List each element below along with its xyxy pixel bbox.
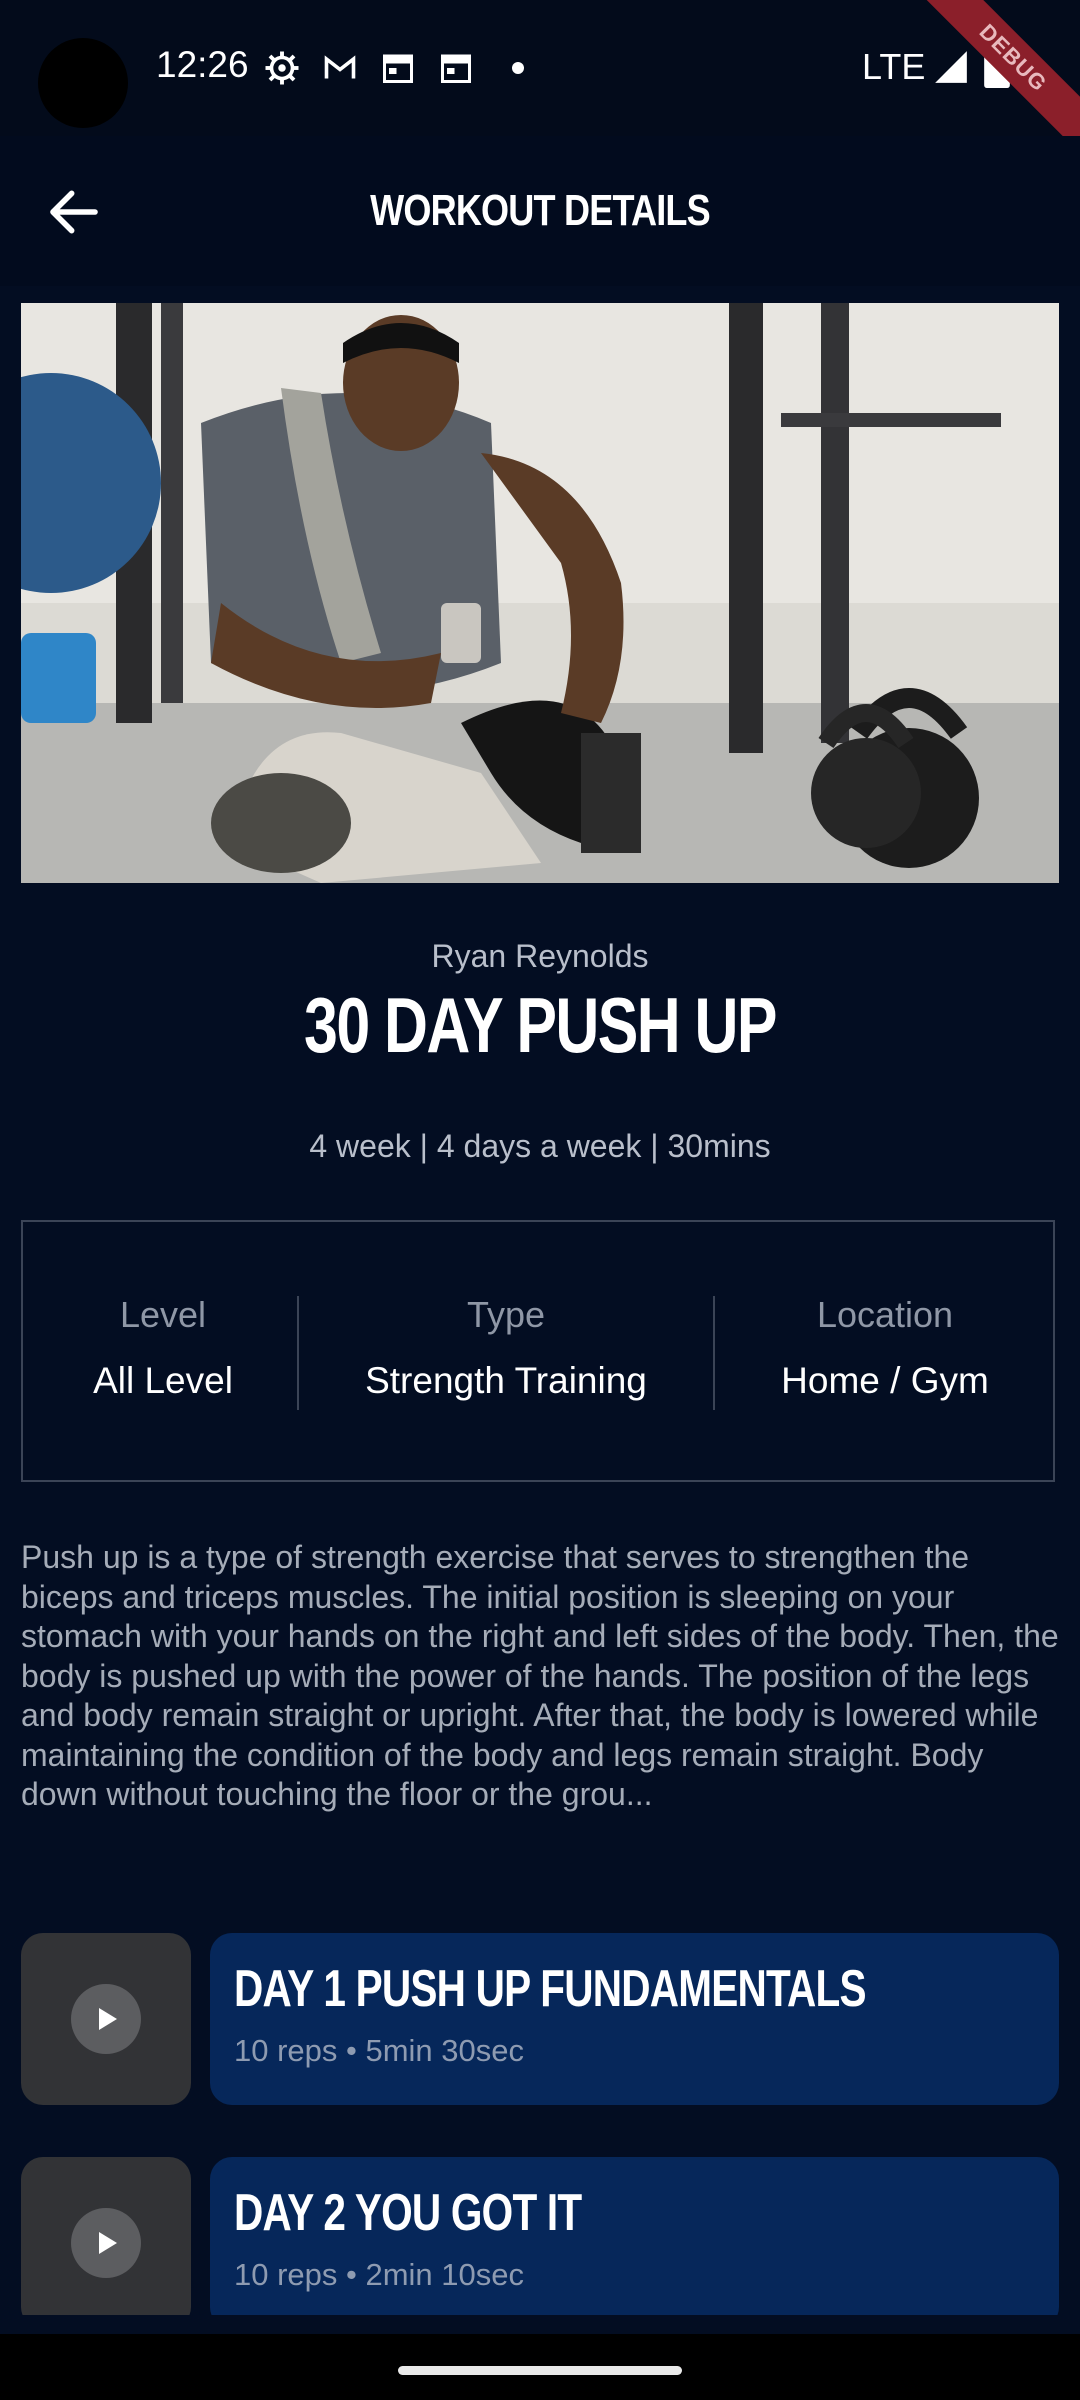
day-list-item: DAY 1 PUSH UP FUNDAMENTALS 10 reps • 5mi… (21, 1933, 1059, 2105)
network-type: LTE (862, 46, 926, 87)
home-gesture-handle[interactable] (398, 2366, 682, 2375)
workout-author: Ryan Reynolds (431, 938, 649, 974)
dot-icon (512, 62, 524, 74)
arrow-left-icon[interactable] (46, 184, 102, 240)
day-card[interactable]: DAY 1 PUSH UP FUNDAMENTALS 10 reps • 5mi… (210, 1933, 1059, 2105)
calendar-icon (441, 54, 471, 83)
day-list-item: DAY 2 YOU GOT IT 10 reps • 2min 10sec (21, 2157, 1059, 2315)
workout-info-box: Level All Level Type Strength Training L… (21, 1220, 1055, 1482)
workout-title: 30 DAY PUSH UP (304, 981, 777, 1069)
day-title: DAY 2 YOU GOT IT (234, 2184, 582, 2242)
info-value: Home / Gym (781, 1360, 989, 1401)
status-bar: 12:26 LTE DEBUG (0, 0, 1080, 154)
workout-meta: 4 week | 4 days a week | 30mins (309, 1128, 771, 1164)
play-icon[interactable] (71, 1984, 141, 2054)
day-card[interactable]: DAY 2 YOU GOT IT 10 reps • 2min 10sec (210, 2157, 1059, 2315)
day-subtitle: 10 reps • 2min 10sec (234, 2257, 525, 2292)
info-value: Strength Training (365, 1360, 647, 1401)
day-title: DAY 1 PUSH UP FUNDAMENTALS (234, 1960, 867, 2018)
info-label: Level (119, 1294, 207, 1335)
info-level: Level All Level (23, 1294, 303, 1402)
workout-hero-image (21, 303, 1059, 883)
gmail-icon (324, 55, 356, 79)
play-icon[interactable] (71, 2208, 141, 2278)
day-thumbnail[interactable] (21, 2157, 191, 2315)
info-label: Type (466, 1294, 546, 1335)
signal-icon (935, 51, 967, 83)
page-title: WORKOUT DETAILS (370, 186, 711, 235)
front-camera (38, 38, 128, 128)
info-type: Type Strength Training (299, 1294, 713, 1402)
calendar-icon (383, 54, 413, 83)
status-time: 12:26 (156, 44, 249, 85)
day-subtitle: 10 reps • 5min 30sec (234, 2033, 525, 2068)
info-location: Location Home / Gym (715, 1294, 1055, 1402)
workout-description: Push up is a type of strength exercise t… (21, 1539, 1059, 1812)
info-value: All Level (93, 1360, 233, 1401)
day-thumbnail[interactable] (21, 1933, 191, 2105)
info-label: Location (816, 1294, 954, 1335)
app-bar: WORKOUT DETAILS (0, 136, 1080, 286)
settings-icon (265, 51, 299, 85)
